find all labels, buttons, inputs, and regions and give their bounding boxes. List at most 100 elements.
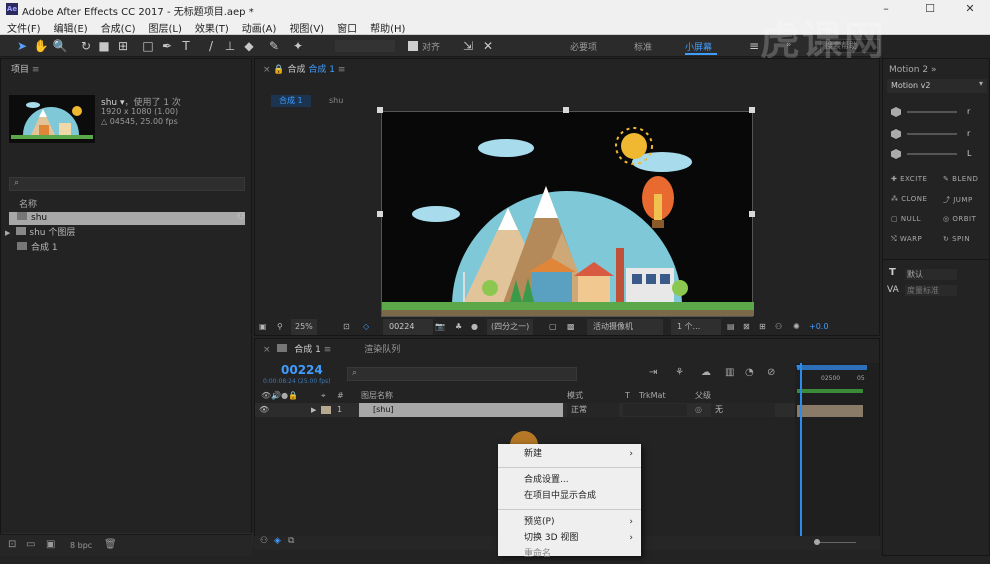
trash-icon[interactable]: 🗑 (104, 539, 117, 550)
zoom-slider-handle[interactable] (814, 539, 820, 545)
ctx-reveal-in-project[interactable]: 在项目中显示合成 (498, 487, 641, 506)
layer-name-column-header[interactable]: 图层名称 (361, 389, 393, 402)
selection-tool-icon[interactable]: ➤ (14, 38, 30, 54)
workspace-small-screen[interactable]: 小屏幕 (685, 40, 712, 53)
label-color-swatch[interactable] (321, 406, 331, 414)
project-item-comp1[interactable]: 合成 1 (17, 242, 243, 255)
breadcrumb-comp1[interactable]: 合成 1 (271, 95, 311, 107)
work-area-bar[interactable] (797, 365, 867, 370)
views-dropdown[interactable]: 1 个... (671, 319, 721, 335)
project-item-folder[interactable]: ▶ shu 个图层 (5, 227, 241, 240)
breadcrumb-shu[interactable]: shu (329, 95, 343, 107)
menu-view[interactable]: 视图(V) (282, 18, 330, 35)
frame-blending-icon[interactable]: ▥ (725, 367, 734, 378)
exposure-value[interactable]: +0.0 (809, 319, 828, 335)
preset-dropdown[interactable]: Motion v2 (887, 79, 987, 93)
ctx-new[interactable]: 新建 › (498, 445, 641, 464)
workspace-essentials[interactable]: 必要项 (570, 40, 597, 53)
snap-option1-icon[interactable]: ⇲ (460, 38, 476, 54)
menu-layer[interactable]: 图层(L) (141, 18, 187, 35)
camera-tool-icon[interactable]: ■ (96, 38, 112, 54)
orbit-button[interactable]: ◎ ORBIT (943, 215, 976, 223)
layer-search-input[interactable]: ⌕ (347, 367, 577, 381)
timeline-graph-area[interactable]: 02500 05 ▾ (795, 363, 879, 549)
transparency-grid-icon[interactable]: ▩ (567, 319, 575, 335)
mode-column-header[interactable]: 模式 (567, 389, 583, 402)
parent-column-header[interactable]: 父级 (695, 389, 711, 402)
name-column-header[interactable]: 名称 (9, 199, 245, 212)
toggle-switches-icon[interactable]: ⚇ (260, 536, 268, 546)
fit-icon[interactable]: ⊡ (343, 319, 350, 335)
warp-button[interactable]: ⤭ WARP (891, 235, 922, 244)
brush-tool-icon[interactable]: / (203, 38, 219, 54)
number-column-header[interactable]: # (337, 389, 344, 402)
composition-viewer[interactable] (381, 111, 754, 317)
preview-icon[interactable]: ▣ (259, 319, 267, 335)
layer-name[interactable]: [shu] (359, 403, 563, 417)
snap-option2-icon[interactable]: ✕ (480, 38, 496, 54)
flowchart-icon[interactable]: ⚇ (237, 212, 245, 222)
chevron-down-icon[interactable]: ▾ (979, 79, 983, 88)
eraser-tool-icon[interactable]: ◆ (241, 38, 257, 54)
zoom-tool-icon[interactable]: 🔍 (52, 38, 68, 54)
new-comp-icon[interactable]: ▣ (46, 539, 55, 550)
workspace-standard[interactable]: 标准 (634, 40, 652, 53)
parent-pickwhip-icon[interactable]: ◎ (695, 403, 702, 417)
region-of-interest-icon[interactable]: ▢ (549, 319, 557, 335)
menu-help[interactable]: 帮助(H) (363, 18, 411, 35)
mask-visibility-icon[interactable]: ◇ (363, 319, 369, 335)
camera-dropdown[interactable]: 活动摄像机 (587, 319, 663, 335)
slider-track[interactable] (907, 153, 957, 155)
panel-menu-icon[interactable]: ≡ (324, 345, 332, 355)
folder-expand-icon[interactable]: ▶ (5, 229, 10, 237)
visibility-eye-icon[interactable]: 👁 (259, 403, 269, 417)
null-button[interactable]: ▢ NULL (891, 215, 921, 223)
show-snapshot-icon[interactable]: ♣ (455, 319, 462, 335)
clone-stamp-tool-icon[interactable]: ⊥ (222, 38, 238, 54)
interpret-footage-icon[interactable]: ⊡ (8, 539, 16, 550)
hand-tool-icon[interactable]: ✋ (33, 38, 49, 54)
layer-row[interactable]: 👁 ▶ 1 [shu] 正常 ◎ 无 (255, 403, 795, 417)
rectangle-tool-icon[interactable]: □ (140, 38, 156, 54)
close-button[interactable]: ✕ (950, 0, 990, 18)
exposure-icon[interactable]: ✺ (793, 319, 800, 335)
text-tool-icon[interactable]: T (178, 38, 194, 54)
zoom-dropdown[interactable]: 25% (291, 319, 317, 335)
lock-icon[interactable]: 🔒 (273, 65, 284, 75)
trkmat-column-header[interactable]: TrkMat (639, 389, 666, 402)
blend-button[interactable]: ✎ BLEND (943, 175, 978, 183)
playhead-icon[interactable]: ▾ (796, 363, 801, 373)
current-time-indicator[interactable] (800, 363, 802, 547)
font-size-field[interactable]: 默认 (905, 269, 957, 280)
comp-mini-flowchart-icon[interactable]: ⇥ (649, 367, 657, 378)
panel-menu-icon[interactable]: ≡ (32, 65, 40, 75)
spin-button[interactable]: ↻ SPIN (943, 235, 970, 243)
fast-preview-icon[interactable]: ⊠ (743, 319, 750, 335)
slider-track[interactable] (907, 111, 957, 113)
layer-duration-bar[interactable] (797, 405, 863, 417)
expand-layer-icon[interactable]: ▶ (311, 403, 316, 417)
close-tab-icon[interactable]: × (263, 65, 271, 75)
pen-tool-icon[interactable]: ✒ (159, 38, 175, 54)
current-time[interactable]: 00224 (383, 319, 433, 335)
menu-edit[interactable]: 编辑(E) (47, 18, 94, 35)
roto-brush-tool-icon[interactable]: ✎ (266, 38, 282, 54)
menu-file[interactable]: 文件(F) (0, 18, 47, 35)
puppet-pin-tool-icon[interactable]: ✦ (290, 38, 306, 54)
snapshot-icon[interactable]: 📷 (435, 319, 445, 335)
graph-editor-icon[interactable]: ⊘ (767, 367, 775, 378)
close-tab-icon[interactable]: × (263, 345, 271, 355)
rotate-tool-icon[interactable]: ↻ (78, 38, 94, 54)
project-search-input[interactable]: ⌕ (9, 177, 245, 191)
menu-animation[interactable]: 动画(A) (235, 18, 283, 35)
toggle-pixel-aspect-icon[interactable]: ▤ (727, 319, 735, 335)
zoom-slider[interactable] (816, 542, 856, 543)
new-folder-icon[interactable]: ▭ (26, 539, 35, 550)
modes-icon[interactable]: ◈ (274, 536, 281, 546)
menu-effect[interactable]: 效果(T) (188, 18, 235, 35)
motion-blur-icon[interactable]: ◔ (745, 367, 754, 378)
kerning-field[interactable]: 度量标准 (905, 285, 957, 296)
parent-dropdown[interactable]: 无 (711, 403, 775, 417)
label-icon[interactable]: ⌖ (321, 389, 326, 402)
clone-button[interactable]: ⁂ CLONE (891, 195, 927, 203)
